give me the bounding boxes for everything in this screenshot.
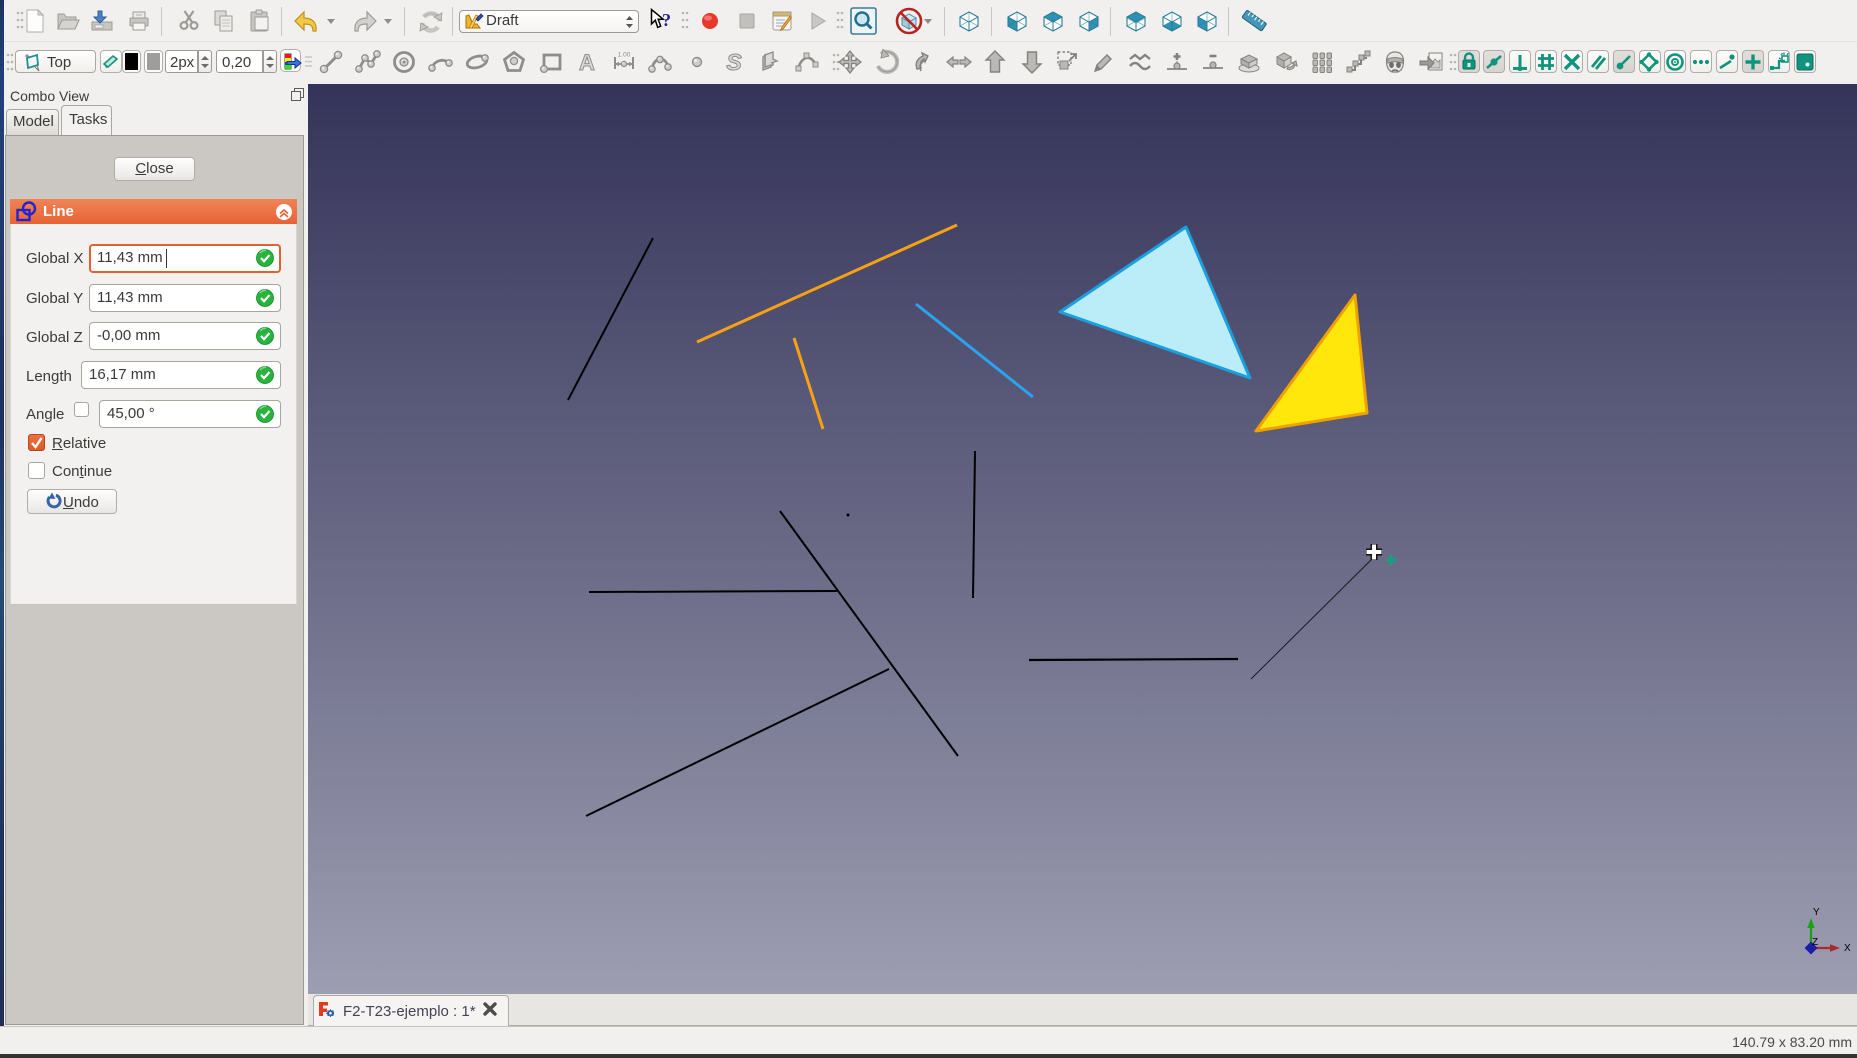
- svg-text:S: S: [726, 49, 742, 75]
- svg-text:A: A: [579, 50, 595, 75]
- svg-text:1.00: 1.00: [617, 52, 630, 59]
- svg-text:X: X: [1844, 943, 1851, 954]
- svg-text:Y: Y: [1813, 907, 1820, 918]
- svg-text:?: ?: [662, 10, 671, 30]
- svg-text:Z: Z: [1812, 937, 1818, 948]
